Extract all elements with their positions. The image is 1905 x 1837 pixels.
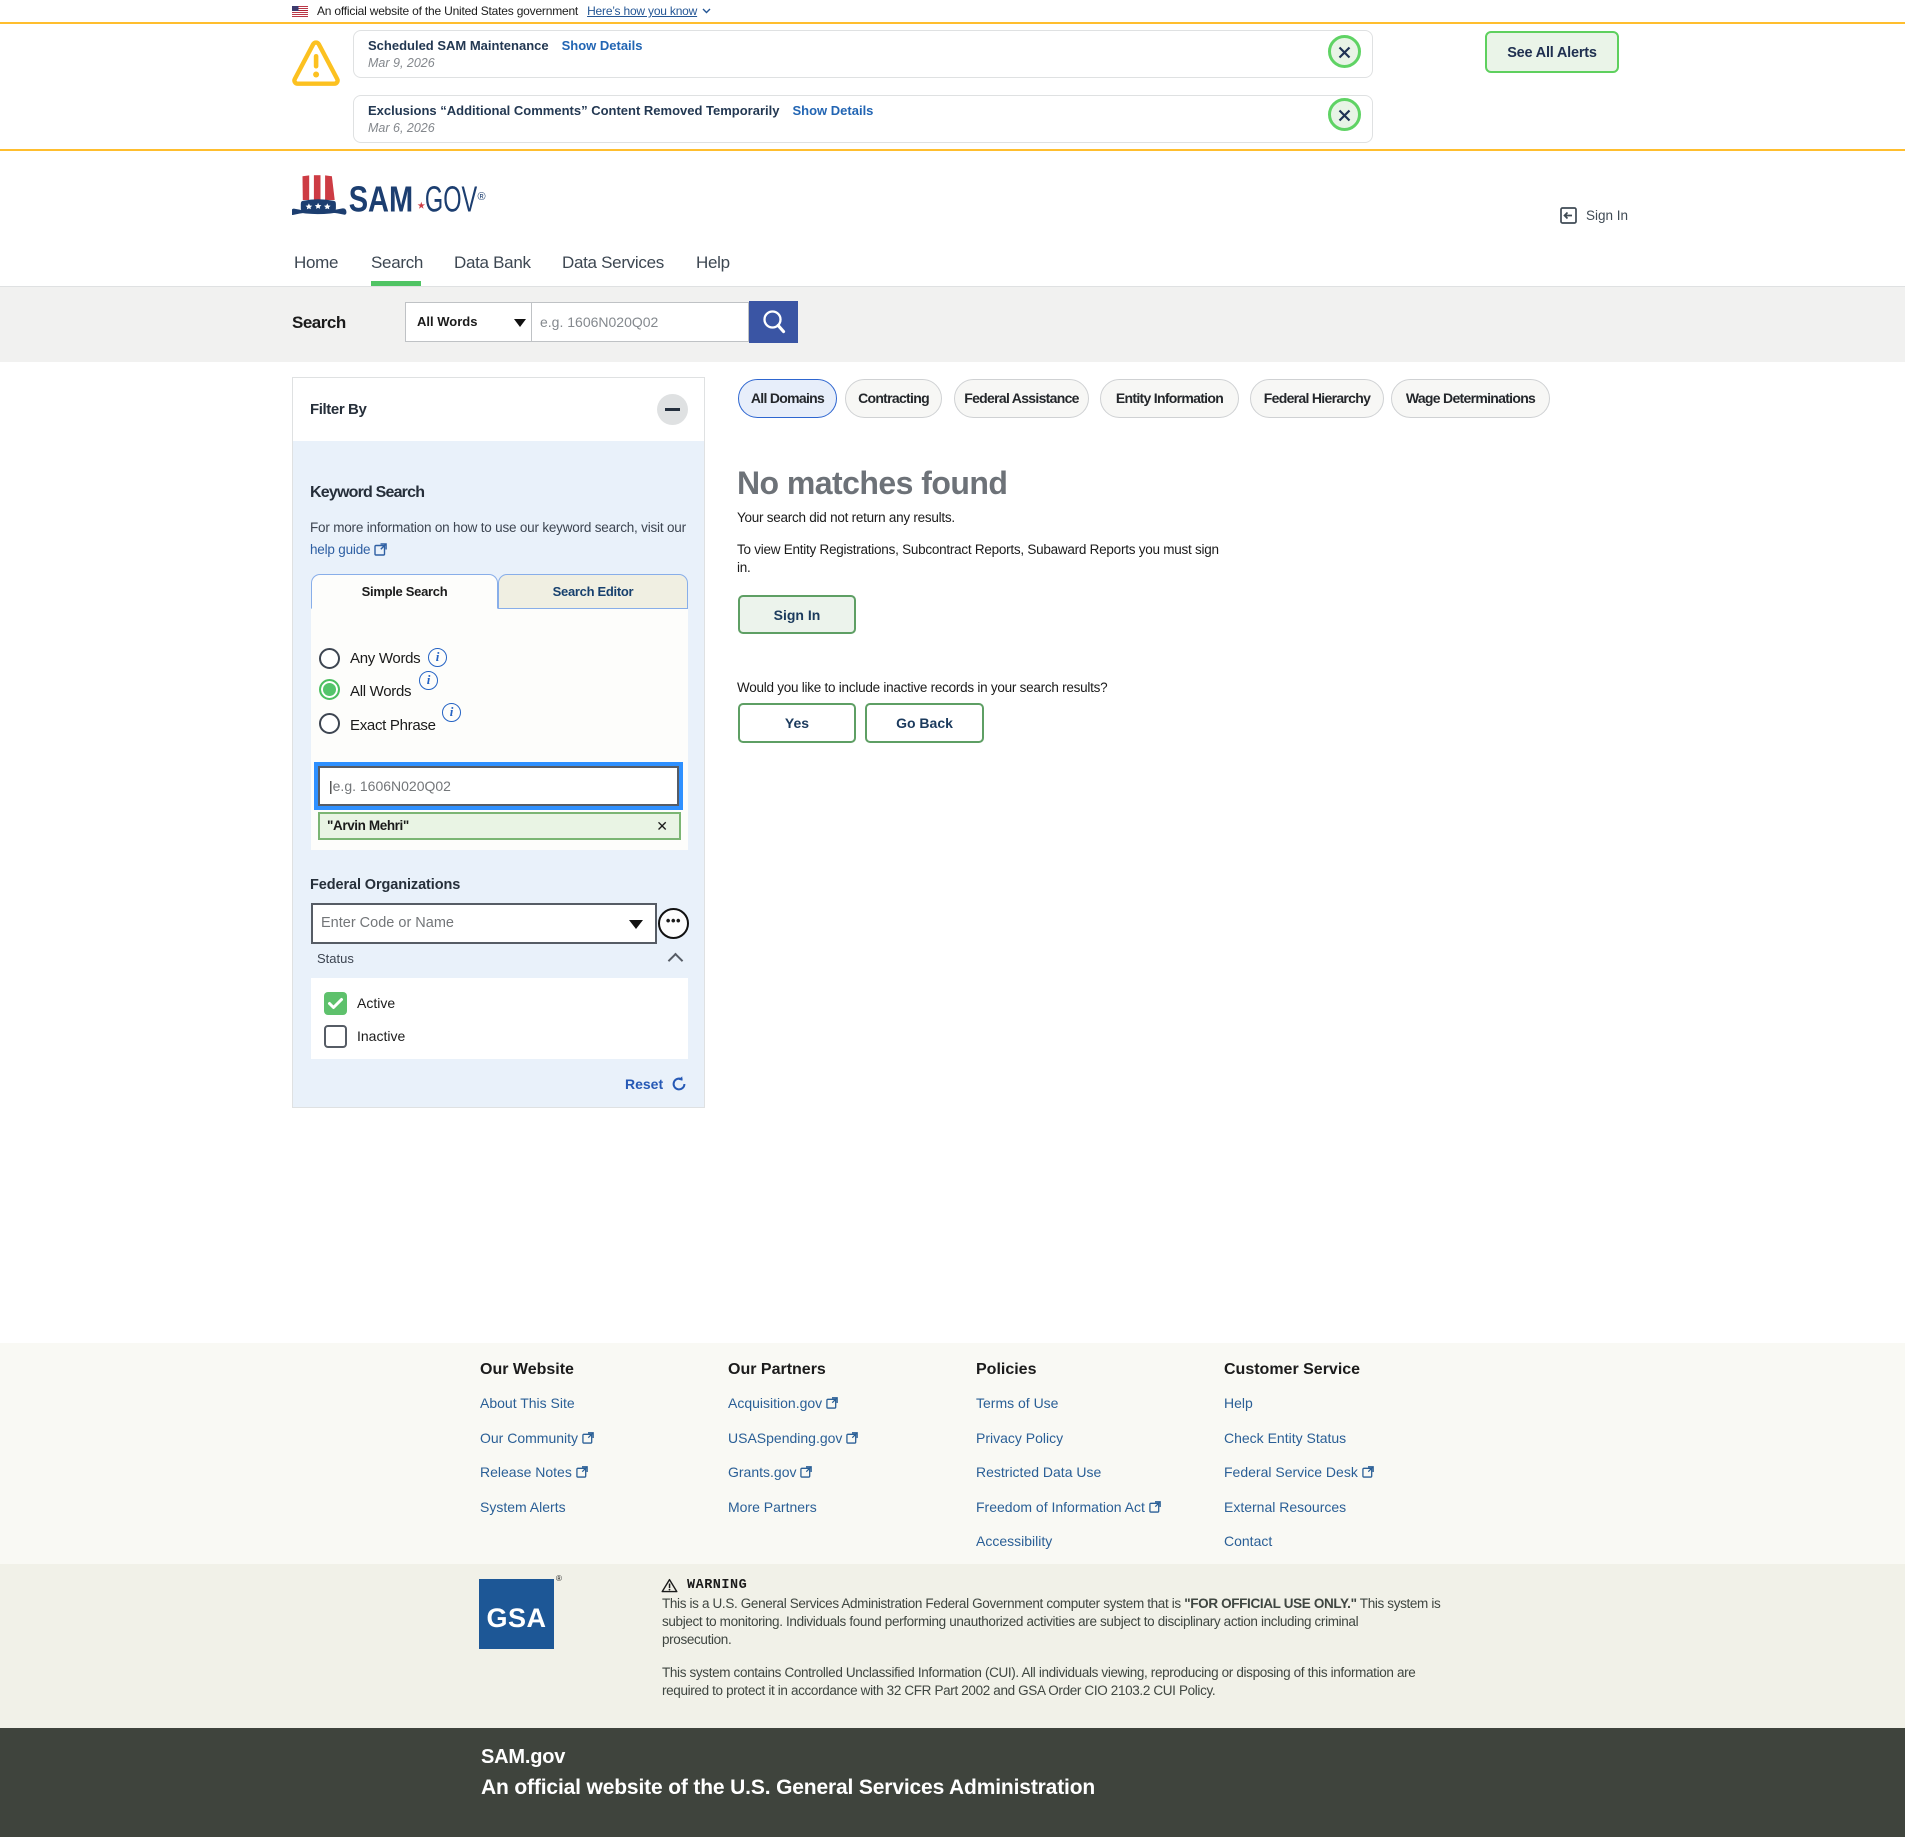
svg-text:GOV: GOV [425, 178, 477, 219]
svg-text:SAM: SAM [349, 178, 414, 219]
svg-text:®: ® [478, 191, 486, 203]
